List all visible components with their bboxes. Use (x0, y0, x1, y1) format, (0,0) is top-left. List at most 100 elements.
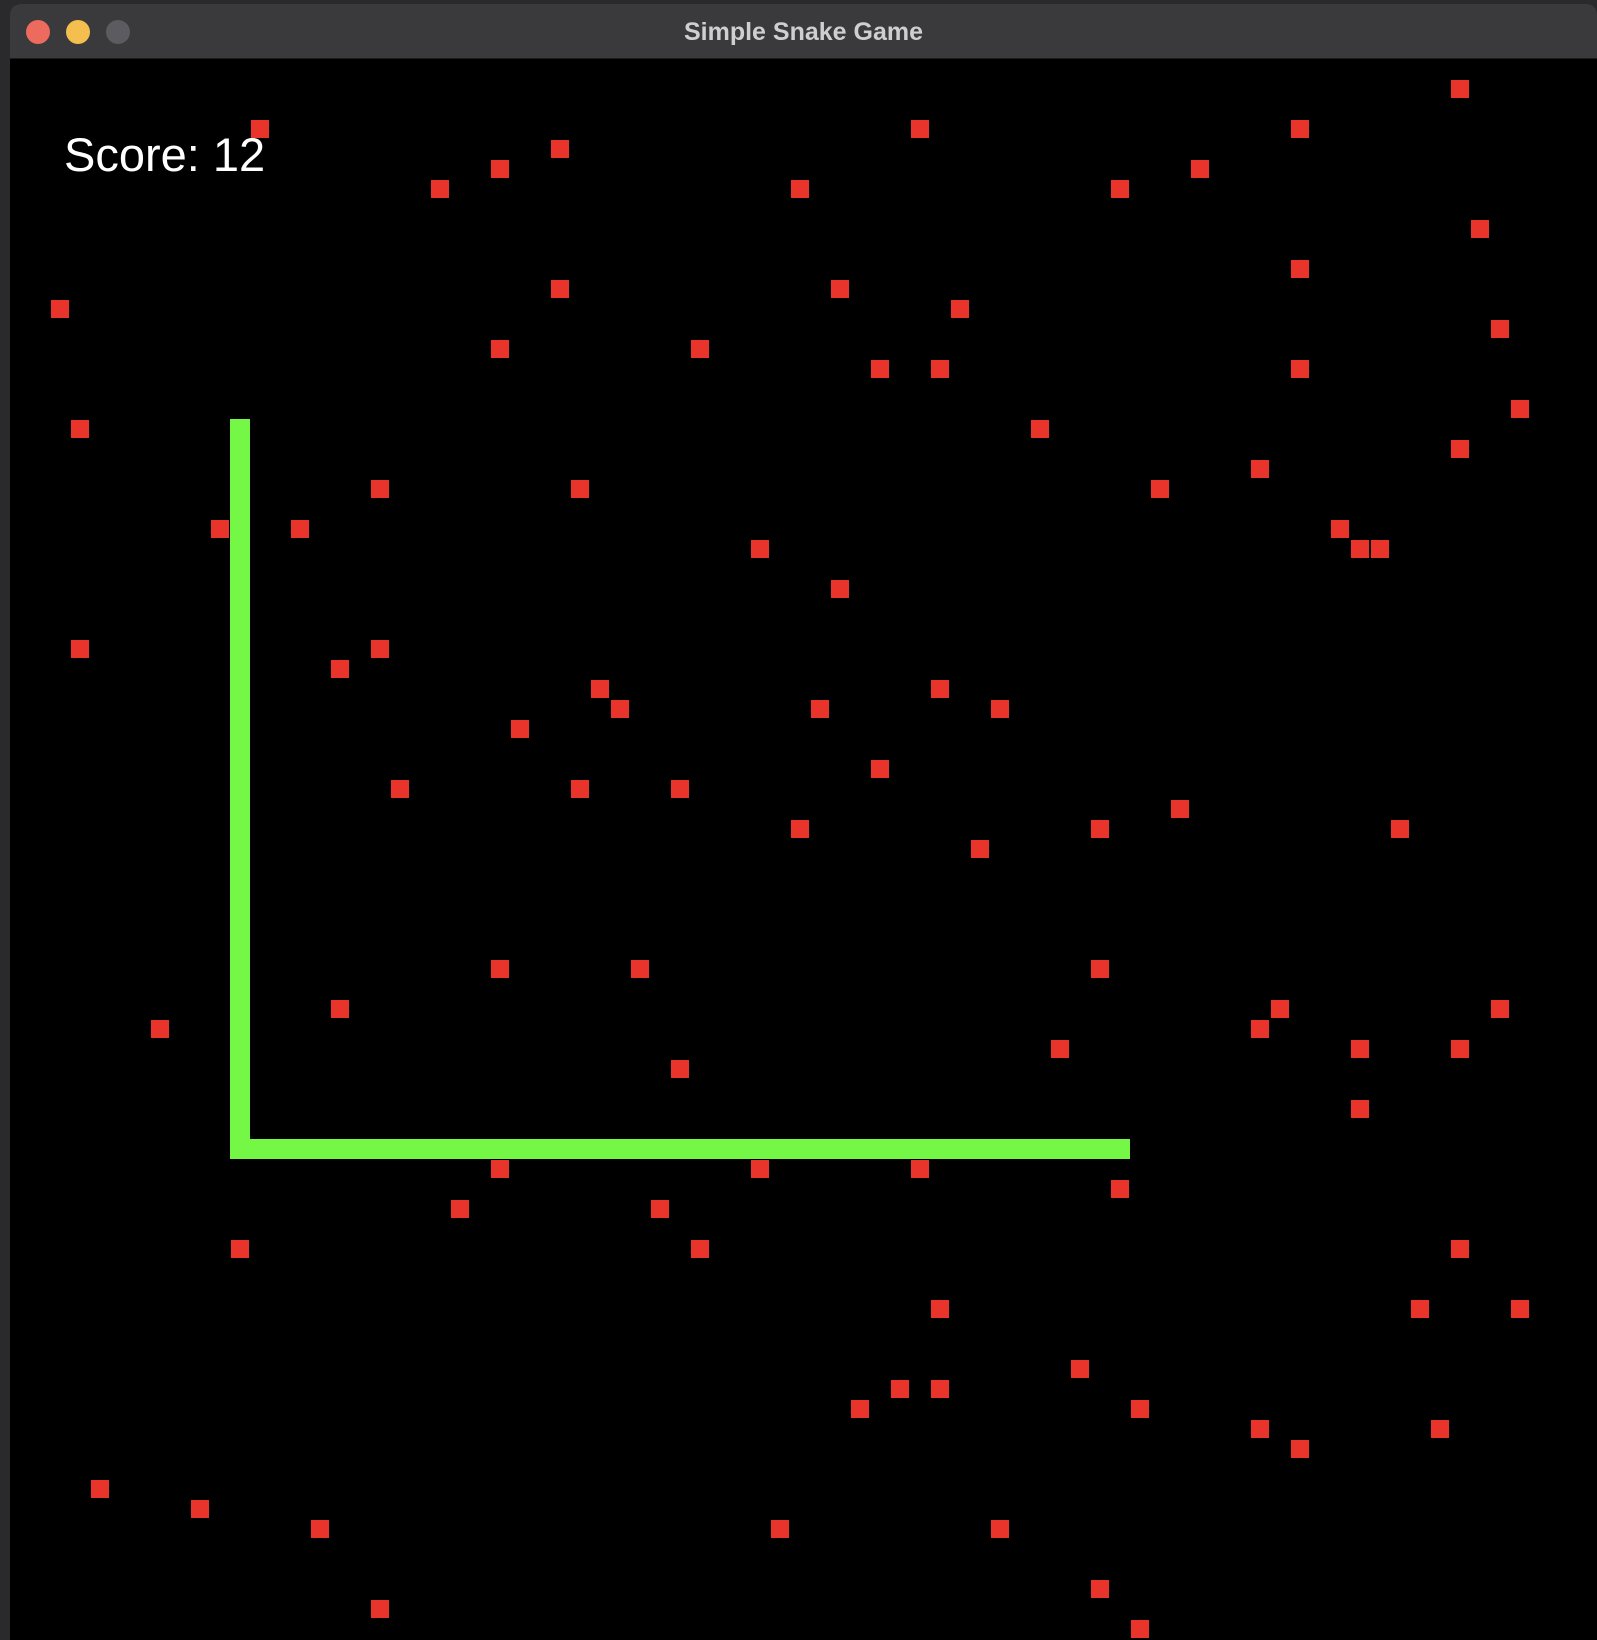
food-pellet (631, 960, 649, 978)
snake-segment (870, 1139, 890, 1159)
snake-segment (910, 1139, 930, 1159)
food-pellet (191, 1500, 209, 1518)
snake-segment (530, 1139, 550, 1159)
food-pellet (1051, 1040, 1069, 1058)
food-pellet (51, 300, 69, 318)
snake-segment (930, 1139, 950, 1159)
snake-segment (230, 1099, 250, 1119)
snake-segment (290, 1139, 310, 1159)
food-pellet (71, 640, 89, 658)
snake-segment (790, 1139, 810, 1159)
food-pellet (551, 140, 569, 158)
snake-segment (230, 579, 250, 599)
food-pellet (1131, 1400, 1149, 1418)
food-pellet (1071, 1360, 1089, 1378)
snake-segment (230, 1139, 250, 1159)
snake-segment (230, 739, 250, 759)
food-pellet (151, 1020, 169, 1038)
food-pellet (911, 1160, 929, 1178)
food-pellet (931, 1380, 949, 1398)
snake-segment (510, 1139, 530, 1159)
food-pellet (571, 780, 589, 798)
snake-segment (230, 619, 250, 639)
snake-segment (230, 1059, 250, 1079)
snake-segment (830, 1139, 850, 1159)
food-pellet (71, 420, 89, 438)
snake-segment (570, 1139, 590, 1159)
food-pellet (371, 480, 389, 498)
snake-segment (230, 539, 250, 559)
food-pellet (551, 280, 569, 298)
food-pellet (931, 1300, 949, 1318)
snake-segment (450, 1139, 470, 1159)
snake-segment (230, 719, 250, 739)
food-pellet (511, 720, 529, 738)
food-pellet (751, 540, 769, 558)
snake-segment (810, 1139, 830, 1159)
snake-segment (230, 839, 250, 859)
food-pellet (1271, 1000, 1289, 1018)
food-pellet (691, 340, 709, 358)
food-pellet (1291, 360, 1309, 378)
food-pellet (211, 520, 229, 538)
snake-segment (230, 779, 250, 799)
snake-segment (490, 1139, 510, 1159)
food-pellet (1031, 420, 1049, 438)
food-pellet (431, 180, 449, 198)
food-pellet (1411, 1300, 1429, 1318)
snake-segment (1050, 1139, 1070, 1159)
snake-segment (250, 1139, 270, 1159)
snake-segment (230, 999, 250, 1019)
snake-segment (410, 1139, 430, 1159)
food-pellet (1171, 800, 1189, 818)
food-pellet (871, 760, 889, 778)
food-pellet (1131, 1620, 1149, 1638)
food-pellet (651, 1200, 669, 1218)
food-pellet (991, 1520, 1009, 1538)
snake-segment (670, 1139, 690, 1159)
snake-segment (1070, 1139, 1090, 1159)
food-pellet (1351, 1100, 1369, 1118)
food-pellet (1351, 1040, 1369, 1058)
food-pellet (1451, 1240, 1469, 1258)
food-pellet (671, 1060, 689, 1078)
snake-segment (390, 1139, 410, 1159)
food-pellet (1091, 1580, 1109, 1598)
food-pellet (751, 1160, 769, 1178)
food-pellet (1291, 260, 1309, 278)
snake-segment (230, 1019, 250, 1039)
snake-segment (310, 1139, 330, 1159)
food-pellet (1451, 440, 1469, 458)
snake-segment (230, 699, 250, 719)
snake-segment (230, 559, 250, 579)
game-window: Simple Snake Game Score: 12 (10, 4, 1597, 1640)
snake-segment (230, 879, 250, 899)
snake-segment (890, 1139, 910, 1159)
food-pellet (971, 840, 989, 858)
snake-segment (710, 1139, 730, 1159)
snake-segment (230, 499, 250, 519)
snake-segment (230, 959, 250, 979)
food-pellet (1491, 1000, 1509, 1018)
food-pellet (931, 360, 949, 378)
food-pellet (331, 1000, 349, 1018)
food-pellet (491, 960, 509, 978)
snake-segment (230, 939, 250, 959)
food-pellet (811, 700, 829, 718)
snake-segment (230, 1119, 250, 1139)
food-pellet (1091, 960, 1109, 978)
food-pellet (1291, 1440, 1309, 1458)
game-board[interactable]: Score: 12 (10, 59, 1597, 1640)
food-pellet (591, 680, 609, 698)
snake-segment (230, 919, 250, 939)
food-pellet (391, 780, 409, 798)
snake-segment (230, 479, 250, 499)
snake-segment (550, 1139, 570, 1159)
snake-segment (230, 759, 250, 779)
snake-segment (230, 1079, 250, 1099)
food-pellet (1151, 480, 1169, 498)
food-pellet (491, 340, 509, 358)
snake-segment (1010, 1139, 1030, 1159)
snake-segment (230, 659, 250, 679)
title-bar: Simple Snake Game (10, 4, 1597, 59)
